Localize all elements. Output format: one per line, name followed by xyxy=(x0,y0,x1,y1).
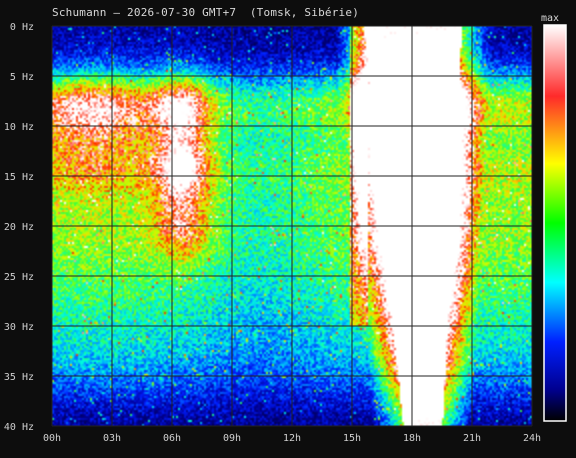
y-axis-ticks: 0 Hz 5 Hz 10 Hz 15 Hz 20 Hz 25 Hz 30 Hz 35 Hz 40… xyxy=(4,22,34,433)
x-tick-label: 18h xyxy=(403,433,421,444)
colorbar xyxy=(543,24,567,422)
y-tick-label: 0 Hz xyxy=(10,22,34,33)
x-tick-label: 00h xyxy=(43,433,61,444)
x-tick-label: 03h xyxy=(103,433,121,444)
colorbar-label: max xyxy=(541,13,560,24)
x-tick-label: 06h xyxy=(163,433,181,444)
x-tick-label: 09h xyxy=(223,433,241,444)
y-tick-label: 30 Hz xyxy=(4,322,34,333)
x-tick-label: 15h xyxy=(343,433,361,444)
y-tick-label: 40 Hz xyxy=(4,422,34,433)
y-tick-label: 35 Hz xyxy=(4,372,34,383)
x-tick-label: 12h xyxy=(283,433,301,444)
x-tick-label: 21h xyxy=(463,433,481,444)
y-tick-label: 5 Hz xyxy=(10,72,34,83)
y-tick-label: 25 Hz xyxy=(4,272,34,283)
y-tick-label: 10 Hz xyxy=(4,122,34,133)
x-tick-label: 24h xyxy=(523,433,541,444)
y-tick-label: 20 Hz xyxy=(4,222,34,233)
y-tick-label: 15 Hz xyxy=(4,172,34,183)
x-axis-ticks: 00h 03h 06h 09h 12h 15h 18h 21h 24h xyxy=(43,433,541,444)
spectrogram-chart: 00h 03h 06h 09h 12h 15h 18h 21h 24h 0 Hz 5 Hz 10 H… xyxy=(4,22,567,444)
